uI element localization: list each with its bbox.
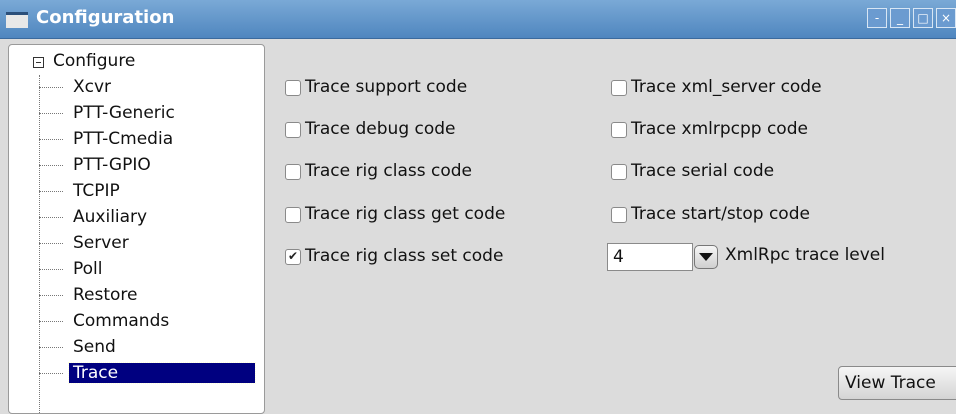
tree-item-ptt-cmedia[interactable]: PTT-Cmedia <box>39 127 264 153</box>
trace-start-stop-checkbox[interactable] <box>611 207 627 223</box>
shade-button[interactable]: - <box>867 8 887 28</box>
tree-item-poll[interactable]: Poll <box>39 257 264 283</box>
tree-item-send[interactable]: Send <box>39 335 264 361</box>
tree-item-auxiliary[interactable]: Auxiliary <box>39 205 264 231</box>
maximize-button[interactable]: □ <box>913 8 933 28</box>
minimize-button[interactable]: _ <box>890 8 910 28</box>
close-button[interactable]: × <box>936 8 956 28</box>
xmlrpc-level-label: XmlRpc trace level <box>725 245 885 265</box>
window-controls: - _ □ × <box>867 8 956 28</box>
chevron-down-icon <box>699 253 713 261</box>
window-title: Configuration <box>36 7 175 28</box>
tree-item-tcpip[interactable]: TCPIP <box>39 179 264 205</box>
tree-item-commands[interactable]: Commands <box>39 309 264 335</box>
xmlrpc-level-input[interactable]: 4 <box>607 243 693 271</box>
trace-debug-checkbox[interactable] <box>285 122 301 138</box>
trace-rig-class-checkbox[interactable] <box>285 164 301 180</box>
tree-item-ptt-gpio[interactable]: PTT-GPIO <box>39 153 264 179</box>
window-icon <box>6 12 28 28</box>
trace-support-checkbox[interactable] <box>285 80 301 96</box>
tree-root-label: Configure <box>53 51 136 71</box>
tree-item-xcvr[interactable]: Xcvr <box>39 75 264 101</box>
tree-item-server[interactable]: Server <box>39 231 264 257</box>
view-trace-button[interactable]: View Trace <box>838 366 956 400</box>
trace-xml-server-checkbox[interactable] <box>611 80 627 96</box>
collapse-icon[interactable] <box>33 57 44 68</box>
tree-item-ptt-generic[interactable]: PTT-Generic <box>39 101 264 127</box>
trace-rig-class-get-checkbox[interactable] <box>285 207 301 223</box>
config-tree[interactable]: Configure Xcvr PTT-Generic PTT-Cmedia PT… <box>8 44 265 414</box>
tree-item-restore[interactable]: Restore <box>39 283 264 309</box>
trace-rig-class-set-checkbox[interactable] <box>285 249 301 265</box>
trace-xmlrpcpp-checkbox[interactable] <box>611 122 627 138</box>
xmlrpc-level-dropdown-button[interactable] <box>694 245 718 269</box>
title-bar: Configuration - _ □ × <box>0 0 956 39</box>
xmlrpc-level-value: 4 <box>613 247 624 267</box>
tree-item-trace[interactable]: Trace <box>39 361 264 387</box>
trace-serial-checkbox[interactable] <box>611 164 627 180</box>
